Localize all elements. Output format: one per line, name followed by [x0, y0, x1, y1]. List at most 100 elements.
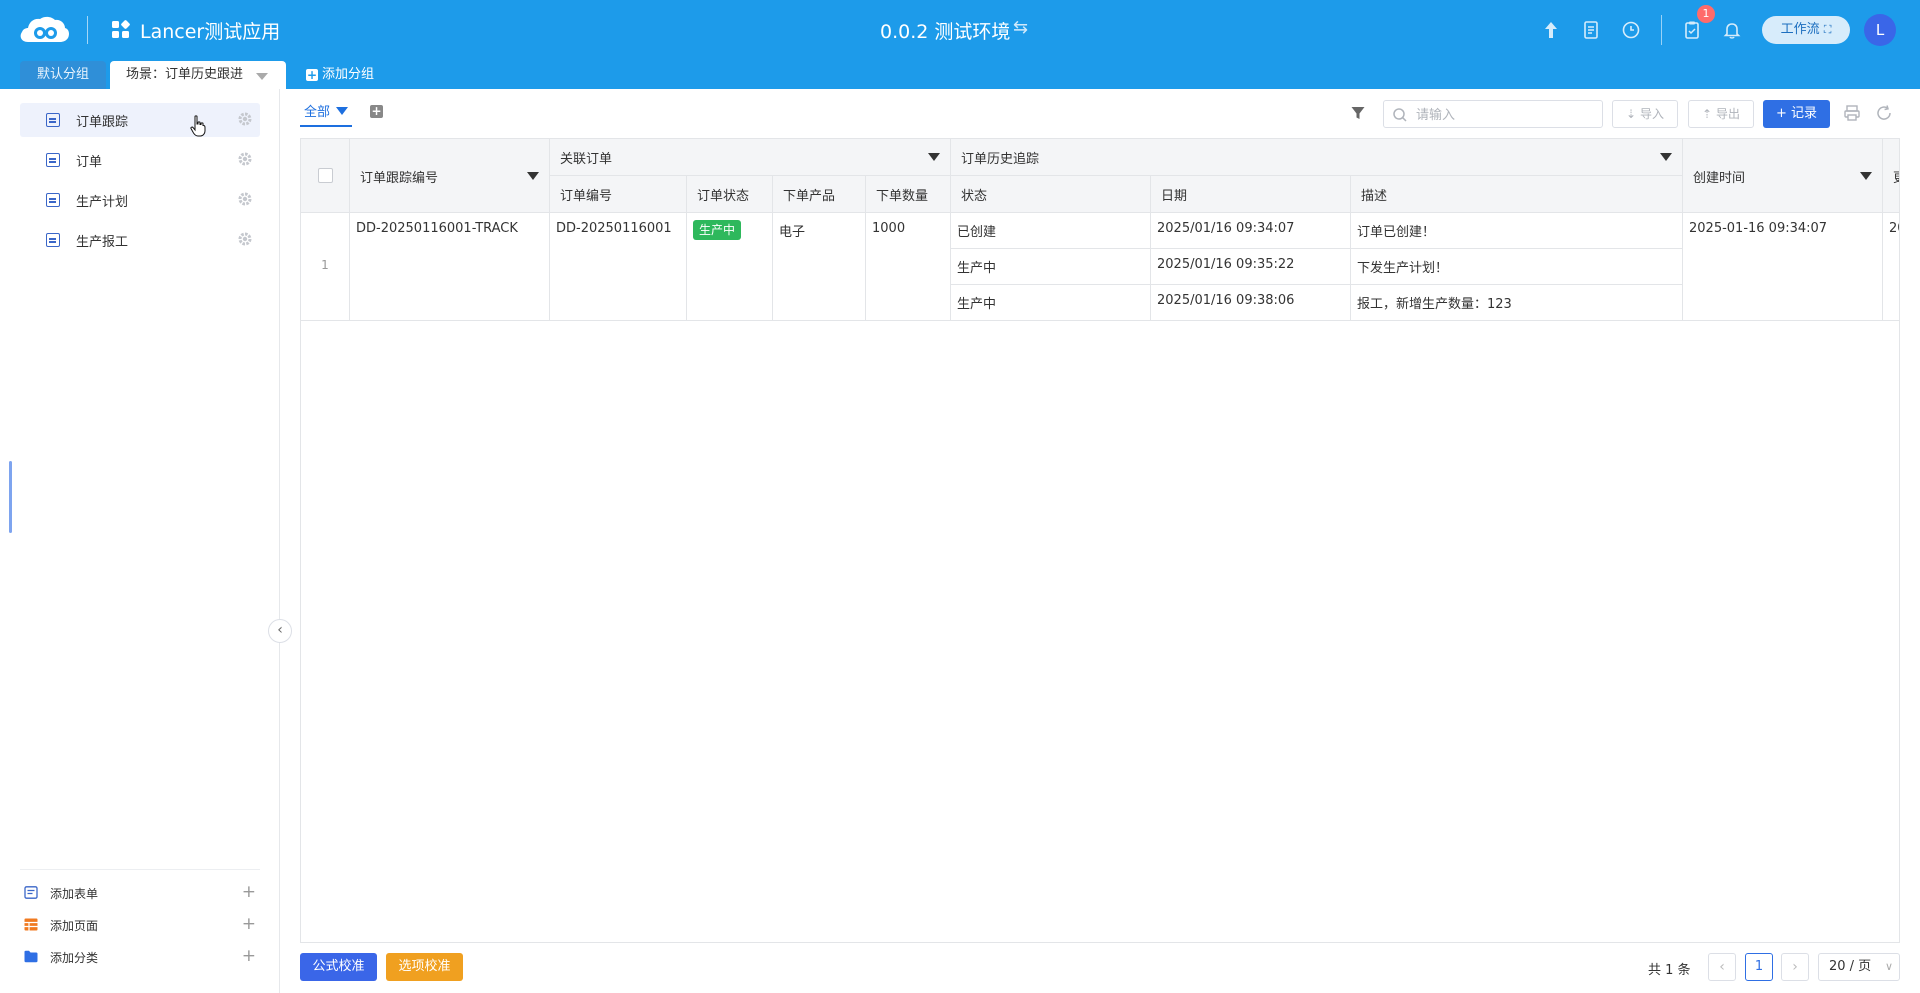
sidebar-item-production-report[interactable]: 生产报工 [20, 223, 260, 257]
column-header-next[interactable]: 更 [1883, 139, 1899, 213]
status-badge: 生产中 [693, 220, 742, 240]
chevron-down-icon[interactable] [256, 73, 268, 80]
formula-check-button[interactable]: 公式校准 [300, 953, 377, 981]
plus-icon[interactable]: + [242, 882, 256, 902]
print-icon[interactable] [1843, 104, 1861, 122]
column-group-linked-order[interactable]: 关联订单 [550, 139, 951, 176]
next-page-button[interactable]: › [1781, 953, 1809, 981]
table-cell-order-status[interactable]: 生产中 [687, 213, 773, 321]
table-cell-next[interactable]: 20 [1883, 213, 1899, 321]
workflow-button[interactable]: 工作流 ⛶ [1762, 16, 1850, 44]
sidebar-item-label: 订单 [76, 155, 103, 170]
notification-badge: 1 [1697, 5, 1715, 23]
page-size-select[interactable]: 20 / 页 ∨ [1818, 953, 1900, 981]
add-form-button[interactable]: 添加表单 + [24, 881, 256, 905]
column-header-order-status[interactable]: 订单状态 [687, 176, 773, 213]
select-all-checkbox[interactable] [318, 168, 333, 183]
table-cell-history-date[interactable]: 2025/01/16 09:38:06 [1151, 285, 1351, 321]
chevron-down-icon[interactable] [336, 107, 349, 115]
add-record-button[interactable]: + 记录 [1763, 100, 1830, 128]
user-avatar[interactable]: L [1864, 14, 1896, 46]
gear-icon[interactable] [236, 190, 254, 208]
bell-icon[interactable] [1721, 19, 1743, 41]
publish-up-arrow-icon[interactable] [1540, 19, 1562, 41]
table-cell-track-no[interactable]: DD-20250116001-TRACK [350, 213, 550, 321]
add-page-label: 添加页面 [50, 919, 99, 933]
table-cell-history-desc[interactable]: 订单已创建！ [1351, 213, 1683, 249]
column-menu-icon[interactable] [527, 171, 539, 180]
upload-icon: ⇡ [1702, 107, 1713, 121]
column-header-track-no[interactable]: 订单跟踪编号 [350, 139, 550, 213]
column-header-label: 日期 [1161, 189, 1188, 204]
header-divider [87, 16, 88, 44]
table-cell-history-desc[interactable]: 下发生产计划！ [1351, 249, 1683, 285]
table-cell-quantity[interactable]: 1000 [866, 213, 951, 321]
collapse-sidebar-button[interactable]: ‹ [268, 619, 292, 643]
sidebar-item-order-tracking[interactable]: 订单跟踪 [20, 103, 260, 137]
sidebar-item-label: 生产计划 [76, 195, 129, 210]
column-header-label: 状态 [961, 189, 988, 204]
column-menu-icon[interactable] [1860, 171, 1872, 180]
add-page-button[interactable]: 添加页面 + [24, 913, 256, 937]
gear-icon[interactable] [236, 150, 254, 168]
workflow-tree-icon: ⛶ [1823, 23, 1832, 36]
table-cell-product[interactable]: 电子 [773, 213, 866, 321]
table-cell-order-no[interactable]: DD-20250116001 [550, 213, 687, 321]
column-header-status[interactable]: 状态 [951, 176, 1151, 213]
sidebar-scrollbar[interactable] [9, 461, 12, 533]
search-input[interactable] [1416, 105, 1596, 125]
table-cell-created[interactable]: 2025-01-16 09:34:07 [1683, 213, 1883, 321]
cloud-logo-icon[interactable] [18, 14, 70, 46]
app-title[interactable]: Lancer测试应用 [140, 17, 280, 44]
history-clock-icon[interactable] [1620, 19, 1642, 41]
table-page-icon [24, 918, 38, 931]
add-category-button[interactable]: 添加分类 + [24, 945, 256, 969]
column-menu-icon[interactable] [928, 153, 940, 161]
tab-scene-group[interactable]: 场景：订单历史跟进 [110, 61, 286, 89]
add-category-label: 添加分类 [50, 951, 99, 965]
table-cell-history-date[interactable]: 2025/01/16 09:34:07 [1151, 213, 1351, 249]
cell-text: 2025-01-16 09:34:07 [1689, 221, 1828, 236]
sidebar-item-production-plan[interactable]: 生产计划 [20, 183, 260, 217]
filter-icon[interactable] [1350, 105, 1366, 121]
task-clipboard-icon[interactable] [1681, 19, 1703, 41]
sidebar-divider [20, 869, 260, 870]
gear-icon[interactable] [236, 230, 254, 248]
prev-page-button[interactable]: ‹ [1708, 953, 1736, 981]
chevron-down-icon: ∨ [1884, 960, 1893, 973]
gear-icon[interactable] [236, 110, 254, 128]
tab-default-group[interactable]: 默认分组 [20, 61, 106, 89]
table-cell-history-status[interactable]: 生产中 [951, 249, 1151, 285]
import-button[interactable]: ⇣ 导入 [1612, 100, 1678, 128]
workflow-label: 工作流 [1780, 22, 1820, 37]
column-header-desc[interactable]: 描述 [1351, 176, 1683, 213]
column-header-label: 订单状态 [697, 189, 750, 204]
form-icon [24, 886, 38, 899]
switch-environment-icon[interactable]: ⇆ [1013, 17, 1028, 38]
table-row-index-cell[interactable]: 1 [301, 213, 350, 321]
export-button[interactable]: ⇡ 导出 [1688, 100, 1754, 128]
plus-icon[interactable]: + [242, 946, 256, 966]
column-header-quantity[interactable]: 下单数量 [866, 176, 951, 213]
view-tab-all[interactable]: 全部 [300, 103, 353, 127]
document-icon[interactable] [1580, 19, 1602, 41]
table-cell-history-desc[interactable]: 报工，新增生产数量：123 [1351, 285, 1683, 321]
table-cell-history-status[interactable]: 生产中 [951, 285, 1151, 321]
column-header-product[interactable]: 下单产品 [773, 176, 866, 213]
plus-icon[interactable]: + [242, 914, 256, 934]
column-header-date[interactable]: 日期 [1151, 176, 1351, 213]
column-menu-icon[interactable] [1660, 153, 1672, 161]
add-group-button[interactable]: + 添加分组 [306, 66, 374, 84]
cell-text: 已创建 [957, 225, 997, 240]
column-header-order-no[interactable]: 订单编号 [550, 176, 687, 213]
add-view-icon[interactable]: + [370, 105, 383, 118]
option-check-button[interactable]: 选项校准 [386, 953, 463, 981]
sidebar-item-order[interactable]: 订单 [20, 143, 260, 177]
table-cell-history-date[interactable]: 2025/01/16 09:35:22 [1151, 249, 1351, 285]
column-header-created[interactable]: 创建时间 [1683, 139, 1883, 213]
refresh-icon[interactable] [1875, 104, 1893, 122]
page-number-current[interactable]: 1 [1745, 953, 1773, 981]
column-group-history[interactable]: 订单历史追踪 [951, 139, 1683, 176]
column-header-label: 更 [1893, 167, 1899, 186]
table-cell-history-status[interactable]: 已创建 [951, 213, 1151, 249]
